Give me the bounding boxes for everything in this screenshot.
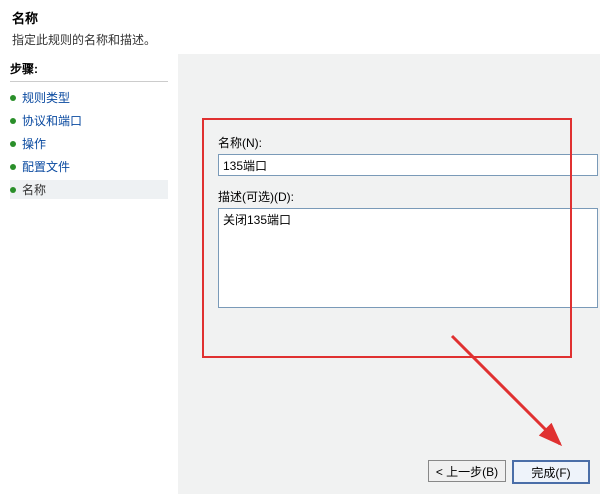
bullet-icon xyxy=(10,95,16,101)
main-panel: 名称(N): 描述(可选)(D): < 上一步(B) 完成(F) xyxy=(178,54,600,494)
wizard-buttons: < 上一步(B) 完成(F) xyxy=(428,460,590,484)
page-subtitle: 指定此规则的名称和描述。 xyxy=(12,31,588,48)
name-input[interactable] xyxy=(218,154,598,176)
annotation-arrow-icon xyxy=(442,326,582,466)
wizard-body: 步骤: 规则类型 协议和端口 操作 配置文件 名称 名称(N): 描述(可选)(… xyxy=(0,54,600,494)
step-label: 规则类型 xyxy=(22,89,70,106)
step-action[interactable]: 操作 xyxy=(10,134,168,153)
step-protocol-port[interactable]: 协议和端口 xyxy=(10,111,168,130)
description-textarea[interactable] xyxy=(218,208,598,308)
back-button[interactable]: < 上一步(B) xyxy=(428,460,506,482)
steps-sidebar: 步骤: 规则类型 协议和端口 操作 配置文件 名称 xyxy=(0,54,178,494)
name-label: 名称(N): xyxy=(218,134,600,151)
finish-button[interactable]: 完成(F) xyxy=(512,460,590,484)
steps-heading: 步骤: xyxy=(10,60,168,82)
step-name[interactable]: 名称 xyxy=(10,180,168,199)
step-label: 协议和端口 xyxy=(22,112,82,129)
step-profile[interactable]: 配置文件 xyxy=(10,157,168,176)
bullet-icon xyxy=(10,164,16,170)
step-label: 配置文件 xyxy=(22,158,70,175)
form-area: 名称(N): 描述(可选)(D): xyxy=(178,74,600,311)
description-label: 描述(可选)(D): xyxy=(218,188,600,205)
step-label: 名称 xyxy=(22,181,46,198)
step-label: 操作 xyxy=(22,135,46,152)
page-title: 名称 xyxy=(12,8,588,27)
bullet-icon xyxy=(10,187,16,193)
wizard-header: 名称 指定此规则的名称和描述。 xyxy=(0,0,600,54)
bullet-icon xyxy=(10,118,16,124)
bullet-icon xyxy=(10,141,16,147)
step-rule-type[interactable]: 规则类型 xyxy=(10,88,168,107)
